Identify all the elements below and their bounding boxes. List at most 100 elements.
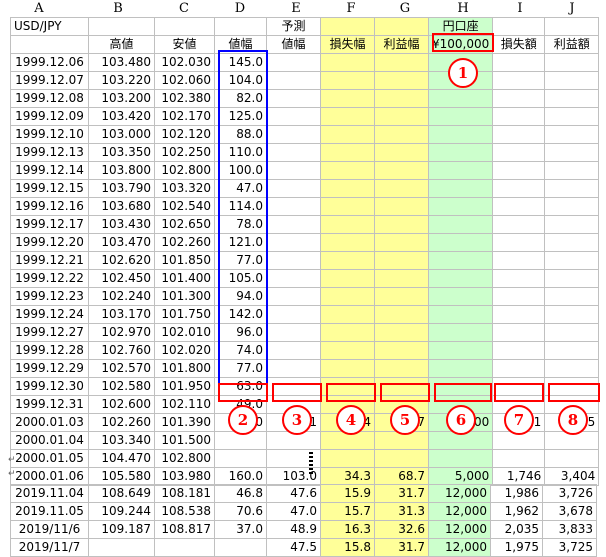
cell[interactable]: [320, 359, 375, 378]
column-letter-j[interactable]: J: [546, 0, 598, 17]
cell[interactable]: [427, 341, 494, 360]
cell[interactable]: 103.980: [154, 467, 215, 486]
cell[interactable]: [374, 125, 429, 144]
cell[interactable]: [427, 107, 494, 126]
cell[interactable]: 15.8: [320, 538, 375, 557]
cell[interactable]: 102.380: [154, 89, 215, 108]
header-profit-width[interactable]: 利益幅: [374, 35, 429, 54]
cell[interactable]: [427, 359, 494, 378]
cell[interactable]: [374, 269, 429, 288]
cell[interactable]: 102.540: [154, 197, 215, 216]
cell[interactable]: 2019/11/7: [10, 538, 89, 557]
cell[interactable]: 1999.12.15: [10, 179, 89, 198]
cell[interactable]: 2019.11.05: [10, 502, 89, 521]
cell[interactable]: [374, 71, 429, 90]
cell[interactable]: [492, 53, 546, 72]
cell[interactable]: 103.790: [88, 179, 155, 198]
cell[interactable]: [544, 215, 600, 234]
cell[interactable]: [374, 305, 429, 324]
cell[interactable]: 1,746: [492, 467, 546, 486]
cell[interactable]: 102.260: [154, 233, 215, 252]
cell[interactable]: 34.3: [320, 467, 375, 486]
cell[interactable]: 3,833: [542, 520, 597, 539]
cell[interactable]: 1,975: [490, 538, 543, 557]
header-g1[interactable]: [374, 17, 429, 36]
cell[interactable]: 103.320: [154, 179, 215, 198]
cell[interactable]: 37.0: [214, 520, 267, 539]
cell[interactable]: [492, 251, 546, 270]
cell[interactable]: 103.430: [88, 215, 155, 234]
cell[interactable]: [266, 125, 321, 144]
cell[interactable]: [544, 305, 600, 324]
cell[interactable]: [266, 305, 321, 324]
cell[interactable]: [266, 179, 321, 198]
cell[interactable]: [214, 449, 267, 468]
cell[interactable]: 102.010: [154, 323, 215, 342]
cell[interactable]: [374, 161, 429, 180]
cell[interactable]: [544, 107, 600, 126]
cell[interactable]: 102.260: [88, 413, 155, 432]
cell[interactable]: 46.8: [214, 484, 267, 503]
cell[interactable]: 102.240: [88, 287, 155, 306]
cell[interactable]: 103.350: [88, 143, 155, 162]
cell[interactable]: [492, 89, 546, 108]
header-a1[interactable]: USD/JPY: [10, 17, 89, 36]
cell[interactable]: 102.110: [154, 395, 215, 414]
cell[interactable]: 48.9: [266, 520, 321, 539]
cell[interactable]: [427, 233, 494, 252]
cell[interactable]: [266, 287, 321, 306]
cell[interactable]: [492, 269, 546, 288]
cell[interactable]: 2000.01.06: [10, 467, 89, 486]
cell[interactable]: 1999.12.14: [10, 161, 89, 180]
cell[interactable]: [492, 161, 546, 180]
cell[interactable]: [492, 179, 546, 198]
cell[interactable]: [427, 125, 494, 144]
cell[interactable]: [266, 107, 321, 126]
column-letter-d[interactable]: D: [214, 0, 266, 17]
header-d1[interactable]: [214, 17, 267, 36]
cell[interactable]: 1,962: [490, 502, 543, 521]
cell[interactable]: [88, 538, 155, 557]
cell[interactable]: 31.7: [374, 484, 429, 503]
cell[interactable]: 15.9: [320, 484, 375, 503]
cell[interactable]: [544, 323, 600, 342]
cell[interactable]: 1999.12.30: [10, 377, 89, 396]
cell[interactable]: [374, 197, 429, 216]
cell[interactable]: [544, 269, 600, 288]
cell[interactable]: [266, 251, 321, 270]
cell[interactable]: [374, 323, 429, 342]
cell[interactable]: [374, 233, 429, 252]
cell[interactable]: 102.250: [154, 143, 215, 162]
cell[interactable]: 2000.01.03: [10, 413, 89, 432]
cell[interactable]: [427, 269, 494, 288]
cell[interactable]: 101.400: [154, 269, 215, 288]
cell[interactable]: [544, 179, 600, 198]
cell[interactable]: [427, 449, 494, 468]
cell[interactable]: [266, 323, 321, 342]
cell[interactable]: [544, 341, 600, 360]
cell[interactable]: [427, 251, 494, 270]
cell[interactable]: [544, 71, 600, 90]
cell[interactable]: 101.850: [154, 251, 215, 270]
cell[interactable]: [374, 287, 429, 306]
cell[interactable]: [320, 71, 375, 90]
cell[interactable]: 1999.12.06: [10, 53, 89, 72]
cell[interactable]: [544, 143, 600, 162]
cell[interactable]: 102.800: [154, 449, 215, 468]
cell[interactable]: 109.187: [88, 520, 155, 539]
cell[interactable]: [320, 179, 375, 198]
cell[interactable]: 102.060: [154, 71, 215, 90]
cell[interactable]: [266, 233, 321, 252]
cell[interactable]: [427, 89, 494, 108]
cell[interactable]: [492, 449, 546, 468]
cell[interactable]: [427, 323, 494, 342]
cell[interactable]: [544, 89, 600, 108]
cell[interactable]: [266, 341, 321, 360]
column-letter-b[interactable]: B: [88, 0, 148, 17]
header-c1[interactable]: [154, 17, 215, 36]
cell[interactable]: 103.200: [88, 89, 155, 108]
cell[interactable]: 1999.12.21: [10, 251, 89, 270]
cell[interactable]: 103.480: [88, 53, 155, 72]
column-letter-a[interactable]: A: [10, 0, 68, 17]
cell[interactable]: 101.750: [154, 305, 215, 324]
